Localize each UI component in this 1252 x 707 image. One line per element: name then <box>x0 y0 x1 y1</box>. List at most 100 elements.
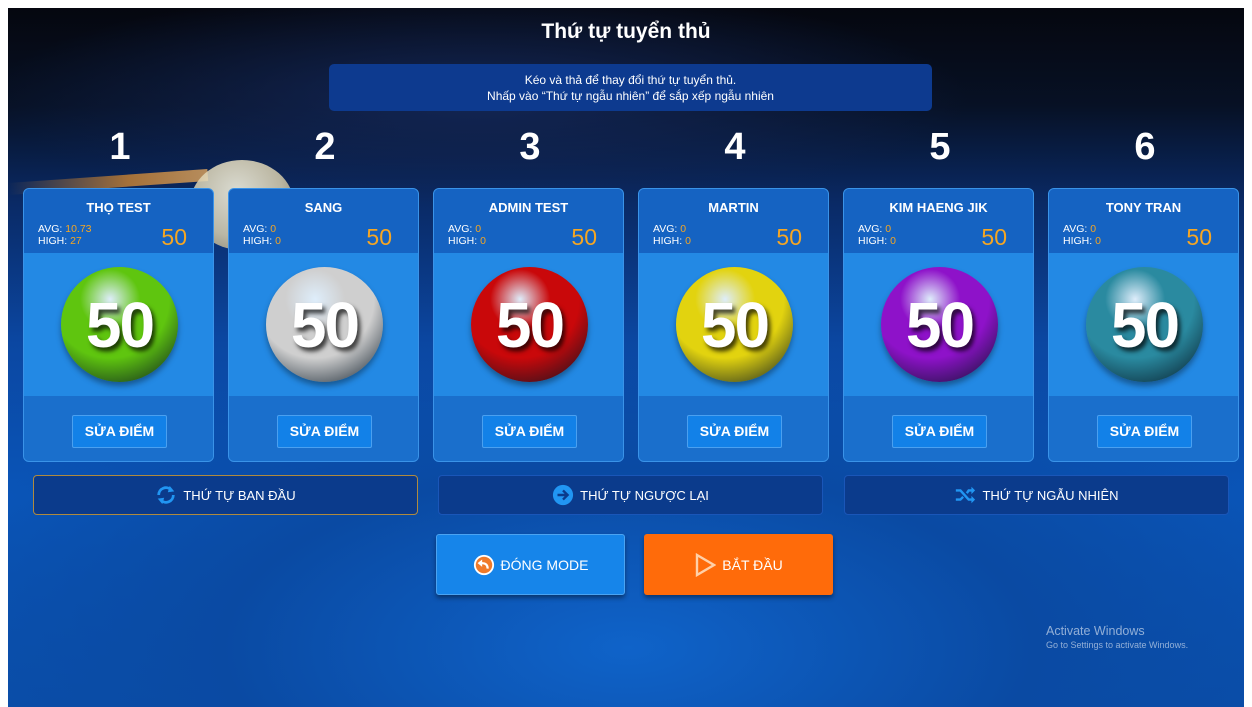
player-score: 50 <box>366 224 392 250</box>
player-high: HIGH: 0 <box>653 235 691 247</box>
avg-label: AVG: <box>653 223 678 235</box>
edit-score-button[interactable]: SỬA ĐIỂM <box>892 415 987 448</box>
player-avg: AVG: 0 <box>858 223 891 235</box>
instructions-box: Kéo và thả để thay đổi thứ tự tuyển thủ.… <box>329 64 932 111</box>
high-value: 0 <box>890 235 896 247</box>
edit-score-button[interactable]: SỬA ĐIỂM <box>277 415 372 448</box>
player-score: 50 <box>161 224 187 250</box>
original-order-label: THỨ TỰ BAN ĐẦU <box>183 487 296 503</box>
high-value: 0 <box>480 235 486 247</box>
player-avg: AVG: 0 <box>653 223 686 235</box>
player-score: 50 <box>1186 224 1212 250</box>
shuffle-icon <box>956 486 976 504</box>
high-label: HIGH: <box>858 235 888 247</box>
avg-label: AVG: <box>1063 223 1088 235</box>
player-card-header: TONY TRAN AVG: 0 HIGH: 0 50 <box>1049 189 1238 253</box>
random-order-label: THỨ TỰ NGẪU NHIÊN <box>982 487 1119 503</box>
player-high: HIGH: 0 <box>448 235 486 247</box>
ball-number: 50 <box>85 288 155 361</box>
player-name: ADMIN TEST <box>488 200 569 215</box>
ball-area: 50 <box>844 253 1033 396</box>
player-card[interactable]: MARTIN AVG: 0 HIGH: 0 50 50 SỬA ĐIỂM <box>638 188 829 462</box>
close-mode-button[interactable]: ĐÓNG MODE <box>436 534 625 595</box>
player-card[interactable]: THỌ TEST AVG: 10.73 HIGH: 27 50 50 SỬA ĐIỂM <box>23 188 214 462</box>
edit-score-button[interactable]: SỬA ĐIỂM <box>482 415 577 448</box>
player-name: MARTIN <box>708 200 759 215</box>
position-number: 3 <box>519 126 541 168</box>
edit-score-button[interactable]: SỬA ĐIỂM <box>1097 415 1192 448</box>
avg-label: AVG: <box>38 223 63 235</box>
watermark-title: Activate Windows <box>1046 624 1145 638</box>
ball-area: 50 <box>639 253 828 396</box>
watermark-subtitle: Go to Settings to activate Windows. <box>1046 640 1189 650</box>
player-avg: AVG: 0 <box>1063 223 1096 235</box>
reverse-order-button[interactable]: THỨ TỰ NGƯỢC LẠI <box>438 475 823 515</box>
player-name: KIM HAENG JIK <box>889 200 988 215</box>
card-footer: SỬA ĐIỂM <box>1049 396 1238 461</box>
player-card[interactable]: ADMIN TEST AVG: 0 HIGH: 0 50 50 SỬA ĐIỂM <box>433 188 624 462</box>
player-card-header: MARTIN AVG: 0 HIGH: 0 50 <box>639 189 828 253</box>
arrow-right-circle-icon <box>553 484 574 506</box>
high-label: HIGH: <box>243 235 273 247</box>
avg-value: 0 <box>270 223 277 235</box>
game-screen: Thứ tự tuyển thủ Kéo và thả để thay đổi … <box>8 8 1244 707</box>
activate-windows-watermark: Activate Windows Go to Settings to activ… <box>1046 624 1188 650</box>
player-high: HIGH: 0 <box>1063 235 1101 247</box>
avg-value: 0 <box>680 223 687 235</box>
back-arrow-circle-icon <box>473 554 494 575</box>
ball-number: 50 <box>290 288 360 361</box>
position-number: 1 <box>109 126 131 168</box>
ball-number: 50 <box>905 288 975 361</box>
edit-score-button[interactable]: SỬA ĐIỂM <box>72 415 167 448</box>
player-high: HIGH: 27 <box>38 235 82 247</box>
reverse-order-label: THỨ TỰ NGƯỢC LẠI <box>580 487 709 503</box>
high-value: 0 <box>685 235 691 247</box>
avg-value: 10.73 <box>65 223 92 235</box>
card-footer: SỬA ĐIỂM <box>639 396 828 461</box>
ball-area: 50 <box>434 253 623 396</box>
high-label: HIGH: <box>38 235 68 247</box>
position-number: 6 <box>1134 126 1156 168</box>
player-card[interactable]: KIM HAENG JIK AVG: 0 HIGH: 0 50 50 SỬA ĐIỂM <box>843 188 1034 462</box>
player-high: HIGH: 0 <box>858 235 896 247</box>
player-name: TONY TRAN <box>1105 200 1182 215</box>
player-name: THỌ TEST <box>86 200 151 215</box>
start-button[interactable]: BẮT ĐẦU <box>644 534 833 595</box>
avg-value: 0 <box>475 223 482 235</box>
card-footer: SỬA ĐIỂM <box>844 396 1033 461</box>
ball-number: 50 <box>700 288 770 361</box>
player-card-header: KIM HAENG JIK AVG: 0 HIGH: 0 50 <box>844 189 1033 253</box>
billiard-ball: 50 <box>1086 267 1203 382</box>
billiard-ball: 50 <box>881 267 998 382</box>
player-card-header: SANG AVG: 0 HIGH: 0 50 <box>229 189 418 253</box>
position-number: 4 <box>724 126 746 168</box>
avg-label: AVG: <box>858 223 883 235</box>
card-footer: SỬA ĐIỂM <box>434 396 623 461</box>
billiard-ball: 50 <box>676 267 793 382</box>
player-score: 50 <box>776 224 802 250</box>
high-label: HIGH: <box>448 235 478 247</box>
player-card-header: ADMIN TEST AVG: 0 HIGH: 0 50 <box>434 189 623 253</box>
edit-score-button[interactable]: SỬA ĐIỂM <box>687 415 782 448</box>
page-title: Thứ tự tuyển thủ <box>541 20 711 43</box>
original-order-button[interactable]: THỨ TỰ BAN ĐẦU <box>33 475 418 515</box>
player-card[interactable]: TONY TRAN AVG: 0 HIGH: 0 50 50 SỬA ĐIỂM <box>1048 188 1239 462</box>
instruction-line-1: Kéo và thả để thay đổi thứ tự tuyển thủ. <box>524 73 737 87</box>
billiard-ball: 50 <box>266 267 383 382</box>
high-label: HIGH: <box>653 235 683 247</box>
refresh-icon <box>157 485 176 505</box>
high-value: 0 <box>275 235 281 247</box>
avg-value: 0 <box>1090 223 1097 235</box>
start-label: BẮT ĐẦU <box>722 556 783 573</box>
ball-area: 50 <box>229 253 418 396</box>
position-number: 5 <box>929 126 951 168</box>
avg-value: 0 <box>885 223 892 235</box>
player-avg: AVG: 0 <box>243 223 276 235</box>
player-score: 50 <box>571 224 597 250</box>
player-avg: AVG: 0 <box>448 223 481 235</box>
ball-number: 50 <box>1110 288 1180 361</box>
player-card[interactable]: SANG AVG: 0 HIGH: 0 50 50 SỬA ĐIỂM <box>228 188 419 462</box>
card-footer: SỬA ĐIỂM <box>229 396 418 461</box>
random-order-button[interactable]: THỨ TỰ NGẪU NHIÊN <box>844 475 1229 515</box>
player-avg: AVG: 10.73 <box>38 223 92 235</box>
